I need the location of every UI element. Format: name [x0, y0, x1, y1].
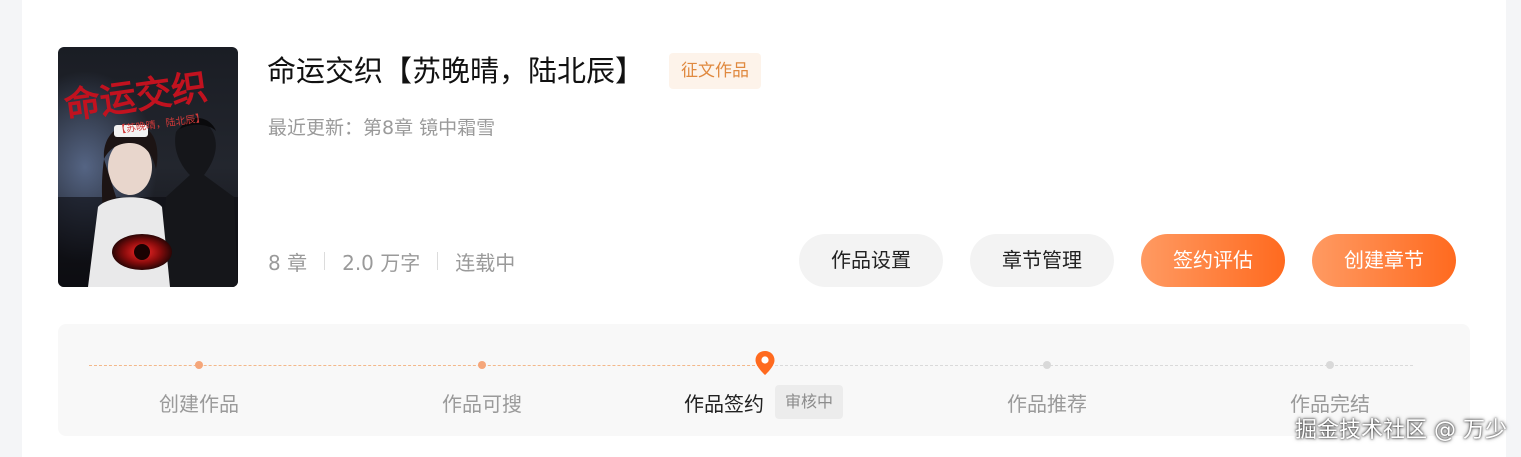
stats-divider	[324, 252, 326, 270]
sign-evaluation-button[interactable]: 签约评估	[1141, 234, 1285, 287]
step-label-create: 创建作品	[159, 392, 239, 416]
cover-image: 命运交织 【苏晚晴，陆北辰】	[58, 47, 238, 287]
book-title[interactable]: 命运交织【苏晚晴，陆北辰】	[267, 52, 644, 90]
book-stats: 8 章 2.0 万字 连载中	[268, 246, 515, 276]
step-label-sign: 作品签约	[684, 392, 764, 416]
latest-chapter-link[interactable]: 第8章 镜中霜雪	[363, 117, 495, 139]
stats-divider	[437, 252, 439, 270]
chapter-count: 8 章	[268, 250, 308, 275]
contest-tag: 征文作品	[669, 53, 761, 89]
progress-line-todo	[765, 365, 1413, 366]
progress-steps	[58, 324, 1470, 436]
step-dot-recommend	[1043, 361, 1051, 369]
review-status-badge: 审核中	[775, 385, 844, 419]
step-dot-finish	[1326, 361, 1334, 369]
step-dot-searchable	[478, 361, 486, 369]
latest-update-label: 最近更新：	[268, 117, 364, 139]
location-pin-icon	[755, 351, 775, 375]
step-dot-create	[195, 361, 203, 369]
serial-status: 连载中	[455, 250, 516, 275]
latest-update: 最近更新：第8章 镜中霜雪	[268, 113, 495, 140]
book-cover[interactable]: 命运交织 【苏晚晴，陆北辰】	[58, 47, 238, 287]
step-label-searchable: 作品可搜	[442, 392, 522, 416]
chapter-manage-button[interactable]: 章节管理	[970, 234, 1114, 287]
work-settings-button[interactable]: 作品设置	[799, 234, 943, 287]
progress-line-done	[89, 365, 765, 366]
create-chapter-button[interactable]: 创建章节	[1312, 234, 1456, 287]
watermark: 掘金技术社区 @ 万少	[1295, 418, 1507, 443]
word-count: 2.0 万字	[342, 250, 421, 275]
step-label-recommend: 作品推荐	[1007, 392, 1087, 416]
